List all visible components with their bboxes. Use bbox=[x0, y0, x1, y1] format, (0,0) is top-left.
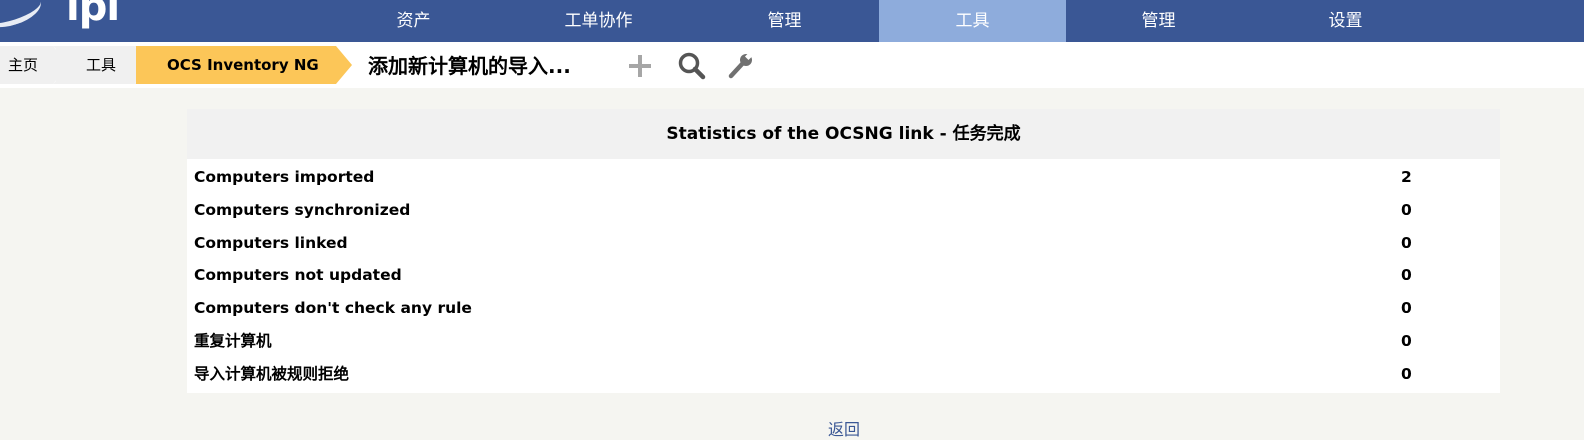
logo-text: lpi bbox=[66, 0, 120, 30]
stat-label: Computers synchronized bbox=[194, 200, 411, 219]
breadcrumb-home[interactable]: 主页 bbox=[0, 46, 56, 84]
nav-item-tools[interactable]: 工具 bbox=[879, 0, 1066, 42]
stat-row-not-updated: Computers not updated 0 bbox=[187, 259, 1500, 292]
stat-row-synchronized: Computers synchronized 0 bbox=[187, 194, 1500, 227]
stat-label: Computers linked bbox=[194, 233, 348, 252]
stat-value: 0 bbox=[1401, 200, 1412, 219]
stat-row-duplicate: 重复计算机 0 bbox=[187, 325, 1500, 358]
breadcrumb-separator bbox=[336, 46, 352, 84]
stat-row-imported: Computers imported 2 bbox=[187, 161, 1500, 194]
stats-title: Statistics of the OCSNG link - 任务完成 bbox=[187, 109, 1500, 159]
nav-item-administration[interactable]: 管理 bbox=[1065, 0, 1252, 42]
breadcrumb-ocs-inventory[interactable]: OCS Inventory NG bbox=[136, 46, 336, 84]
stat-value: 0 bbox=[1401, 331, 1412, 350]
back-link[interactable]: 返回 bbox=[828, 416, 860, 440]
stat-label: Computers imported bbox=[194, 168, 375, 186]
stat-label: Computers not updated bbox=[194, 266, 402, 285]
logo-swoosh bbox=[0, 0, 46, 34]
stat-label: 导入计算机被规则拒绝 bbox=[194, 364, 350, 383]
nav-item-assets[interactable]: 资产 bbox=[320, 0, 507, 42]
search-icon[interactable] bbox=[676, 50, 708, 82]
ocsng-statistics-table: Statistics of the OCSNG link - 任务完成 Comp… bbox=[187, 109, 1500, 393]
stats-body: Computers imported 2 Computers synchroni… bbox=[187, 159, 1500, 393]
nav-item-assistance[interactable]: 工单协作 bbox=[505, 0, 692, 42]
glpi-logo[interactable]: lpi bbox=[0, 0, 130, 34]
add-icon[interactable] bbox=[624, 50, 656, 82]
stat-label: Computers don't check any rule bbox=[194, 299, 472, 318]
top-nav-bar: lpi 资产 工单协作 管理 工具 管理 设置 bbox=[0, 0, 1584, 42]
wrench-icon[interactable] bbox=[724, 50, 756, 82]
nav-item-management[interactable]: 管理 bbox=[691, 0, 878, 42]
stat-row-linked: Computers linked 0 bbox=[187, 227, 1500, 260]
stat-row-refused: 导入计算机被规则拒绝 0 bbox=[187, 358, 1500, 391]
stat-label: 重复计算机 bbox=[194, 331, 272, 350]
breadcrumb-bar: 主页 工具 OCS Inventory NG 添加新计算机的导入... bbox=[0, 42, 1584, 88]
stat-value: 0 bbox=[1401, 233, 1412, 252]
stat-value: 0 bbox=[1401, 299, 1412, 318]
stat-value: 2 bbox=[1401, 168, 1412, 186]
stat-value: 0 bbox=[1401, 266, 1412, 285]
stat-row-no-rule: Computers don't check any rule 0 bbox=[187, 292, 1500, 325]
nav-item-setup[interactable]: 设置 bbox=[1252, 0, 1439, 42]
breadcrumb-tools[interactable]: 工具 bbox=[56, 46, 136, 84]
page-title: 添加新计算机的导入... bbox=[368, 54, 571, 78]
stat-value: 0 bbox=[1401, 364, 1412, 383]
